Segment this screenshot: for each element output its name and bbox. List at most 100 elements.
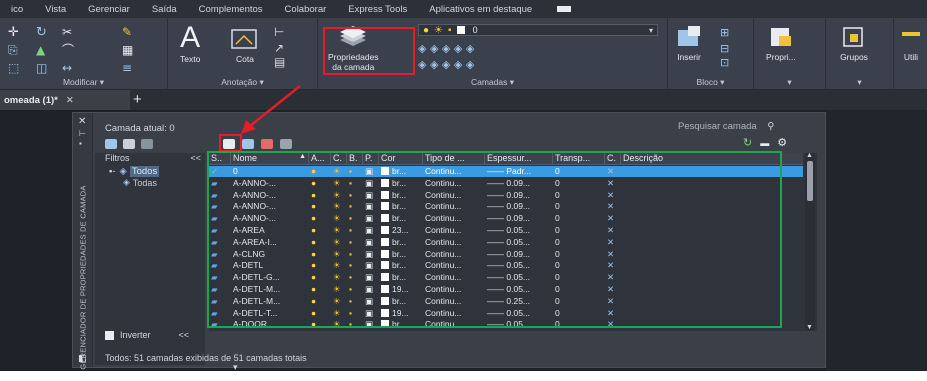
new-tab-plus-icon[interactable]: + [133,91,142,108]
menu-item-gerenciar[interactable]: Gerenciar [77,4,141,15]
svg-text:▦: ▦ [122,43,133,57]
refresh-icon[interactable]: ↻ [743,136,752,149]
menu-item-saida[interactable]: Saída [141,4,188,15]
invert-collapse-button[interactable]: << [179,330,190,340]
svg-text:⊟: ⊟ [720,42,729,55]
palette-title-bar[interactable]: ✕ ⊢ ▪ GERENCIADOR DE PROPRIEDADES DE CAM… [73,113,93,370]
svg-text:⊡: ⊡ [720,56,729,68]
array-icon: ▦ [122,43,133,57]
new-property-filter-icon[interactable] [105,139,117,149]
grid-scrollbar[interactable]: ▲ ▼ [805,153,815,331]
layer-tools-icons[interactable]: ◈ ◈ ◈ ◈ ◈ ◈ ◈ ◈ ◈ ◈ [418,40,568,74]
svg-text:≡: ≡ [122,61,132,75]
set-current-icon[interactable] [280,139,292,149]
tree-collapse-icon[interactable]: ▪- [109,166,116,177]
highlight-new-layer [219,134,242,152]
svg-text:▤: ▤ [274,55,285,68]
svg-text:⬚: ⬚ [8,61,19,75]
move-icon: ✛ [8,25,19,40]
palette-close-icon[interactable]: ✕ [78,116,86,127]
copy-icon: ⎘ [8,43,18,57]
stretch-icon: ⬚ [8,61,19,75]
layer-combo[interactable]: ● ☀ ▪ 0 ▾ [418,24,658,36]
document-tab[interactable]: omeada (1)* ✕ [0,90,130,110]
explode-icon: ≡ [122,61,132,75]
ribbon-group-utilitarios: Utili [894,18,927,90]
utilities-icon [902,32,920,36]
palette-settings-icon[interactable]: ◧ [78,353,87,364]
svg-text:◈ ◈ ◈ ◈ ◈: ◈ ◈ ◈ ◈ ◈ [418,58,475,71]
gear-icon[interactable]: ⚙ [777,136,787,149]
filter-sub[interactable]: ◈ Todas [95,177,205,188]
grupos-button[interactable]: Grupos [840,24,868,62]
block-small-icons[interactable]: ⊞ ⊟ ⊡ [718,24,748,68]
menu-item-complementos[interactable]: Complementos [188,4,274,15]
search-icon[interactable]: ⚲ [767,121,774,132]
propriedades-chevron-down-icon[interactable]: ▾ [754,77,825,88]
bottom-edge [0,371,927,381]
menu-dropdown-icon[interactable] [557,6,572,12]
palette-autohide-icon[interactable]: ⊢ [79,129,86,138]
svg-text:↻: ↻ [36,25,47,40]
close-tab-icon[interactable]: ✕ [66,95,74,106]
palette-status: Todos: 51 camadas exibidas de 51 camadas… [105,353,307,363]
document-tab-strip: omeada (1)* ✕ + [0,90,927,110]
svg-text:✛: ✛ [8,25,19,40]
current-layer-label: Camada atual: 0 [105,123,175,134]
fillet-icon: ⌒ [62,43,74,57]
modify-tools-icons[interactable]: ✛ ↻ ✂ ✎ ⎘ ▲ ⌒ ▦ ⬚ ◫ ↔ ≡ [6,24,166,76]
filter-all[interactable]: ▪- ◈ Todos [95,165,205,177]
grupos-chevron-down-icon[interactable]: ▾ [826,77,893,88]
group-label-camadas[interactable]: Camadas ▾ [318,77,667,88]
group-label-bloco[interactable]: Bloco ▾ [668,77,753,88]
scroll-up-icon[interactable]: ▲ [806,153,813,159]
ribbon: ✛ ↻ ✂ ✎ ⎘ ▲ ⌒ ▦ ⬚ ◫ ↔ ≡ Modificar ▾ A Te… [0,18,927,90]
menu-item-vista[interactable]: Vista [34,4,77,15]
grupos-label: Grupos [840,52,868,62]
menu-item-ico[interactable]: ico [0,4,34,15]
layer-states-icon[interactable] [141,139,153,149]
offset-icon: ↔ [62,61,72,75]
layer-combo-value: 0 [472,25,478,35]
invert-checkbox[interactable] [105,330,114,340]
group-label-modificar[interactable]: Modificar ▾ [0,77,167,88]
properties-icon [770,28,791,46]
layer-unlock-icon: ▪ [448,24,452,36]
utilitarios-label: Utili [903,52,919,62]
cota-label: Cota [236,54,254,64]
filters-collapse-button[interactable]: << [190,153,201,165]
display-icon[interactable]: ▬ [760,138,769,148]
ribbon-group-modificar: ✛ ↻ ✂ ✎ ⎘ ▲ ⌒ ▦ ⬚ ◫ ↔ ≡ Modificar ▾ [0,18,168,90]
propriedades-button[interactable]: Propri... [766,24,796,62]
rotate-icon: ↻ [36,25,47,40]
menu-item-colaborar[interactable]: Colaborar [274,4,338,15]
filter-all-icon: ◈ [119,165,127,177]
menu-item-express-tools[interactable]: Express Tools [337,4,418,15]
layer-search[interactable]: Pesquisar camada ⚲ [678,121,774,132]
inserir-button[interactable]: Inserir [674,24,704,62]
menu-item-aplicativos[interactable]: Aplicativos em destaque [418,4,543,15]
svg-text:⊢: ⊢ [274,25,284,39]
scroll-thumb[interactable] [807,161,813,201]
new-layer-frozen-icon[interactable] [242,139,254,149]
palette-properties-icon[interactable]: ▪ [79,139,82,148]
cota-button[interactable]: Cota [230,24,260,64]
new-group-filter-icon[interactable] [123,139,135,149]
svg-text:⌒: ⌒ [62,43,74,57]
texto-button[interactable]: A Texto [180,23,200,65]
layer-thaw-icon: ☀ [434,24,444,36]
utilitarios-button[interactable]: Utili [898,24,924,62]
svg-text:⊞: ⊞ [720,26,729,39]
group-label-anotacao[interactable]: Anotação ▾ [168,77,317,88]
ribbon-group-bloco: Inserir ⊞ ⊟ ⊡ Bloco ▾ [668,18,754,90]
annotation-small-icons[interactable]: ⊢ ↗ ▤ [272,24,312,68]
canvas-right-area [826,110,927,371]
group-icon [843,27,863,47]
invert-label: Inverter [120,330,151,340]
filter-all-label: Todos [129,165,160,177]
delete-layer-icon[interactable] [261,139,273,149]
mirror-icon: ▲ [36,43,46,57]
scroll-down-icon[interactable]: ▼ [806,324,813,331]
highlight-propriedades-camada [323,27,415,75]
palette-vertical-title: GERENCIADOR DE PROPRIEDADES DE CAMADA [78,185,88,370]
